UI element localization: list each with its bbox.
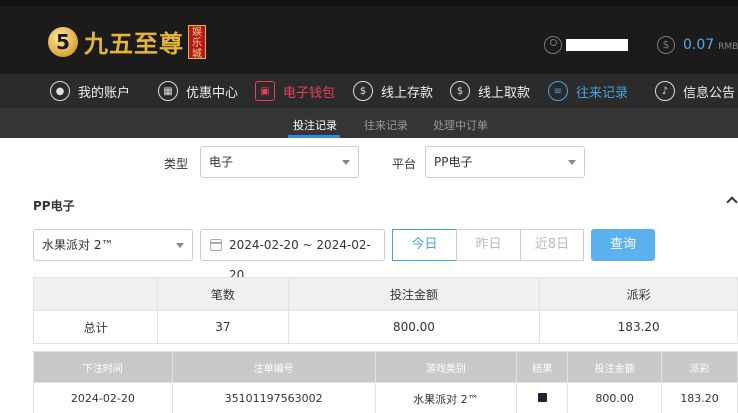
nav-records[interactable]: ≡ 往来记录	[548, 80, 628, 102]
sub-nav: 投注记录 往来记录 处理中订单	[0, 108, 738, 138]
nav-label: 电子钱包	[283, 85, 336, 101]
chevron-up-icon[interactable]	[726, 196, 738, 208]
platform-select-value: PP电子	[434, 155, 473, 169]
balance-display: $ 0.07 RMB	[657, 36, 738, 54]
records-icon: ≡	[548, 81, 568, 101]
details-header-row: 下注时间 注单编号 游戏类别 结果 投注金额 派彩	[33, 351, 738, 383]
bet-id-cell: 35101197563002	[171, 382, 376, 413]
platform-label: 平台	[392, 157, 417, 171]
table-row[interactable]: 2024-02-20 35101197563002 水果派对 2™ 800.00…	[33, 382, 738, 413]
query-button[interactable]: 查询	[591, 229, 655, 261]
logo-emblem-icon: 5	[48, 26, 78, 57]
nav-label: 往来记录	[576, 85, 629, 101]
section-title: PP电子	[33, 199, 75, 213]
details-header-cell: 下注时间	[33, 351, 173, 383]
tab-pending-orders[interactable]: 处理中订单	[433, 117, 488, 133]
bet-time-cell: 2024-02-20	[33, 382, 173, 413]
bell-icon: ♪	[655, 81, 675, 101]
brand-badge: 娱乐城	[188, 24, 206, 60]
nav-deposit[interactable]: $ 线上存款	[353, 80, 433, 102]
last-8-days-button[interactable]: 近8日	[520, 229, 584, 261]
details-header-cell: 结果	[516, 351, 569, 383]
chevron-down-icon	[342, 160, 350, 165]
bet-amount-cell: 800.00	[567, 382, 663, 413]
tab-transaction-records[interactable]: 往来记录	[364, 117, 408, 133]
calendar-icon	[210, 239, 222, 251]
summary-table: 笔数 投注金额 派彩 总计 37 800.00 183.20	[32, 277, 738, 344]
yesterday-button[interactable]: 昨日	[456, 229, 521, 261]
dollar-coin-icon: $	[657, 36, 675, 54]
game-category-cell: 水果派对 2™	[374, 382, 518, 413]
nav-promotions[interactable]: ▦ 优惠中心	[158, 80, 238, 102]
result-cell[interactable]	[516, 382, 569, 413]
summary-header-row: 笔数 投注金额 派彩	[32, 277, 738, 311]
game-select-value: 水果派对 2™	[42, 238, 114, 252]
type-select[interactable]: 电子	[200, 146, 359, 178]
tab-bet-records[interactable]: 投注记录	[293, 117, 337, 133]
chevron-down-icon	[176, 243, 184, 248]
platform-select[interactable]: PP电子	[425, 146, 585, 178]
main-nav: ● 我的账户 ▦ 优惠中心 ▣ 电子钱包 $ 线上存款 $ 线上取款 ≡ 往来记…	[0, 74, 738, 108]
game-select[interactable]: 水果派对 2™	[33, 229, 193, 261]
result-icon[interactable]	[537, 393, 547, 402]
site-logo[interactable]: 5 九五至尊 娱乐城	[48, 24, 206, 60]
details-header-cell: 派彩	[661, 351, 738, 383]
details-header-cell: 投注金额	[567, 351, 663, 383]
user-icon	[544, 36, 562, 54]
today-button[interactable]: 今日	[392, 229, 457, 261]
details-header-cell: 游戏类别	[374, 351, 518, 383]
type-select-value: 电子	[209, 155, 234, 169]
details-header-cell: 注单编号	[171, 351, 376, 383]
nav-announcements[interactable]: ♪ 信息公告	[655, 80, 735, 102]
brand-name: 九五至尊	[84, 29, 184, 58]
deposit-icon: $	[353, 81, 373, 101]
nav-label: 优惠中心	[186, 85, 239, 101]
site-header: 5 九五至尊 娱乐城 $ 0.07 RMB	[0, 6, 738, 74]
payout-cell: 183.20	[661, 382, 738, 413]
nav-e-wallet[interactable]: ▣ 电子钱包	[255, 80, 335, 102]
gift-icon: ▦	[158, 81, 178, 101]
nav-label: 我的账户	[78, 85, 131, 101]
nav-label: 线上存款	[381, 85, 434, 101]
summary-total-row: 总计 37 800.00 183.20	[32, 310, 738, 344]
type-label: 类型	[164, 157, 189, 171]
wallet-icon: ▣	[255, 81, 275, 101]
bet-details-table: 下注时间 注单编号 游戏类别 结果 投注金额 派彩 2024-02-20 351…	[33, 351, 738, 413]
user-icon: ●	[50, 81, 70, 101]
summary-cell: 总计	[32, 310, 159, 344]
nav-label: 线上取款	[478, 85, 531, 101]
summary-header-cell: 投注金额	[287, 277, 541, 311]
summary-cell: 37	[157, 310, 289, 344]
summary-header-cell: 派彩	[539, 277, 738, 311]
date-range-input[interactable]: 2024-02-20 ~ 2024-02-20	[200, 229, 385, 282]
chevron-down-icon	[568, 160, 576, 165]
summary-cell: 800.00	[287, 310, 541, 344]
balance-unit: RMB	[718, 41, 738, 52]
summary-cell: 183.20	[539, 310, 738, 344]
nav-withdraw[interactable]: $ 线上取款	[450, 80, 530, 102]
balance-value: 0.07	[683, 37, 715, 53]
user-info[interactable]	[544, 36, 628, 54]
withdraw-icon: $	[450, 81, 470, 101]
nav-my-account[interactable]: ● 我的账户	[50, 80, 130, 102]
active-tab-indicator	[288, 135, 340, 138]
date-range-value: 2024-02-20 ~ 2024-02-20	[229, 238, 371, 282]
username-redacted	[566, 39, 628, 51]
summary-header-cell	[32, 277, 159, 311]
nav-label: 信息公告	[683, 85, 736, 101]
summary-header-cell: 笔数	[157, 277, 289, 311]
